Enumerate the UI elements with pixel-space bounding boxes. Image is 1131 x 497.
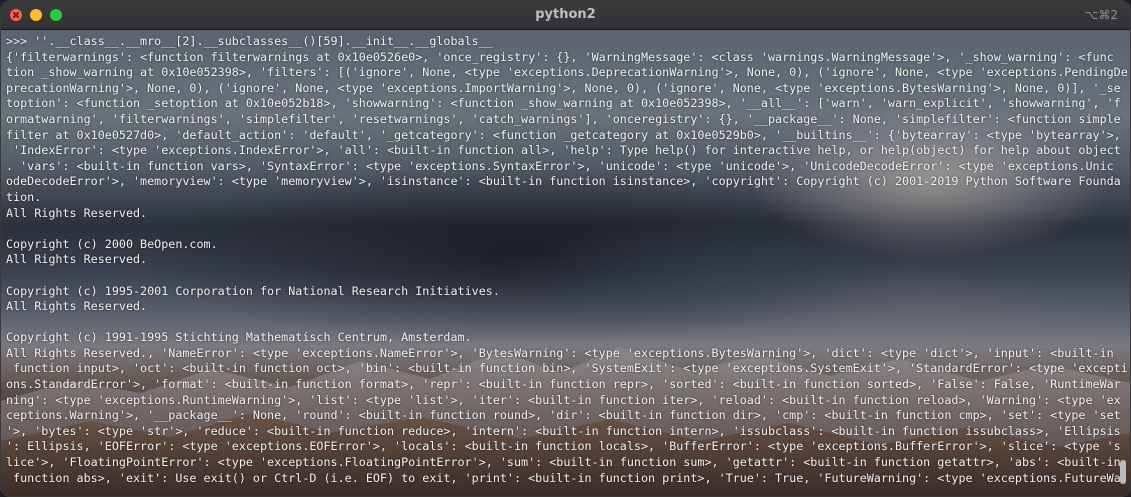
terminal-line: precationWarning'>, None, 0), ('ignore',…	[6, 80, 1121, 95]
terminal-line: ning': <type 'exceptions.RuntimeWarning'…	[6, 392, 1121, 407]
terminal-output-text[interactable]: >>> ''.__class__.__mro__[2].__subclasses…	[6, 34, 1128, 486]
terminal-line: {'filterwarnings': <function filterwarni…	[6, 49, 1114, 64]
terminal-line: tion _show_warning at 0x10e052398>, 'fil…	[6, 65, 1128, 80]
terminal-line: function abs>, 'exit': Use exit() or Ctr…	[6, 470, 1121, 485]
terminal-line: >>> ''.__class__.__mro__[2].__subclasses…	[6, 34, 493, 48]
terminal-content-area[interactable]: >>> ''.__class__.__mro__[2].__subclasses…	[1, 30, 1130, 496]
terminal-line: All Rights Reserved.	[6, 299, 148, 314]
terminal-line: ons.StandardError'>, 'format': <built-in…	[6, 377, 1121, 392]
terminal-line: ceptions.Warning'>, '__package__': None,…	[6, 408, 1121, 423]
terminal-window: python2 ⌥⌘2 >>> ''.__class__.__mro__[2].…	[0, 0, 1131, 497]
terminal-line: ': Ellipsis, 'EOFError': <type 'exceptio…	[6, 439, 1121, 454]
terminal-line: All Rights Reserved., 'NameError': <type…	[6, 345, 1114, 360]
terminal-line: Copyright (c) 1991-1995 Stichting Mathem…	[6, 330, 472, 345]
terminal-line: . 'vars': <built-in function vars>, 'Syn…	[6, 158, 1114, 173]
vertical-scrollbar[interactable]	[1117, 30, 1128, 496]
terminal-line: filter at 0x10e0527d0>, 'default_action'…	[6, 127, 1121, 142]
window-title: python2	[535, 7, 596, 22]
terminal-line: Copyright (c) 2000 BeOpen.com.	[6, 236, 218, 251]
scrollbar-thumb[interactable]	[1120, 460, 1126, 484]
terminal-line: All Rights Reserved.	[6, 205, 148, 220]
terminal-line: ormatwarning', 'filterwarnings', 'simple…	[6, 111, 1121, 126]
terminal-line: tion.	[6, 189, 42, 204]
terminal-line: function input>, 'oct': <built-in functi…	[6, 361, 1128, 376]
terminal-line: 'IndexError': <type 'exceptions.IndexErr…	[6, 143, 1121, 158]
terminal-line: toption': <function _setoption at 0x10e0…	[6, 96, 1121, 111]
terminal-line: lice'>, 'FloatingPointError': <type 'exc…	[6, 455, 1121, 470]
window-shortcut-label: ⌥⌘2	[1084, 8, 1118, 22]
terminal-line: '>, 'bytes': <type 'str'>, 'reduce': <bu…	[6, 423, 1121, 438]
title-bar[interactable]: python2 ⌥⌘2	[1, 1, 1130, 30]
terminal-line: Copyright (c) 1995-2001 Corporation for …	[6, 283, 500, 298]
terminal-line: All Rights Reserved.	[6, 252, 148, 267]
terminal-line: odeDecodeError'>, 'memoryview': <type 'm…	[6, 174, 1121, 189]
